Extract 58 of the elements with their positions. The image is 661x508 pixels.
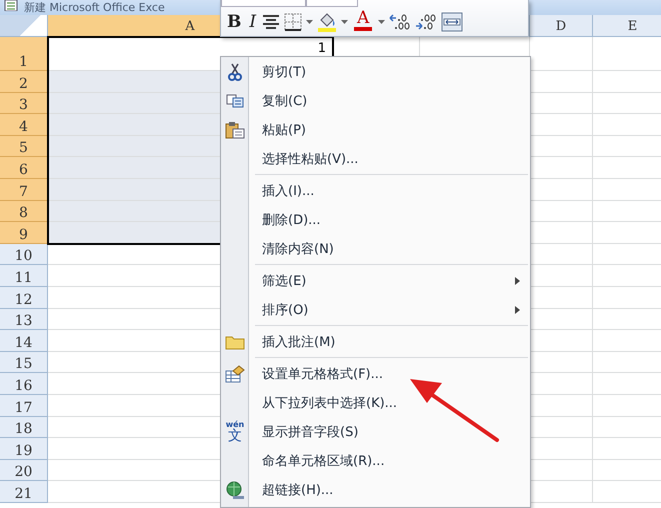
pinyin-glyph: wén 文 — [226, 420, 244, 444]
row-header[interactable]: 13 — [0, 308, 48, 330]
menu-item[interactable]: 复制(C) — [262, 92, 308, 110]
row-header[interactable]: 5 — [0, 136, 48, 158]
dropdown-icon[interactable] — [306, 20, 314, 24]
menu-item[interactable]: 排序(O) — [262, 300, 308, 318]
menu-item[interactable]: 筛选(E) — [262, 272, 306, 290]
menu-item[interactable]: 插入批注(M) — [262, 332, 336, 350]
row-header[interactable]: 14 — [0, 330, 48, 352]
row-header[interactable]: 4 — [0, 114, 48, 136]
row-header[interactable]: 11 — [0, 265, 48, 287]
row-header[interactable]: 10 — [0, 244, 48, 266]
excel-icon — [4, 0, 18, 11]
menu-item[interactable]: 显示拼音字段(S) — [262, 422, 358, 440]
row-header[interactable]: 19 — [0, 438, 48, 460]
font-size-field[interactable] — [306, 0, 358, 7]
row-header[interactable]: 2 — [0, 71, 48, 93]
menu-item[interactable]: 超链接(H)... — [262, 480, 334, 498]
increase-decimal-icon[interactable] — [389, 13, 412, 31]
paste-icon — [225, 120, 245, 138]
row-header[interactable]: 16 — [0, 373, 48, 395]
format-cells-icon — [225, 364, 245, 382]
row-header[interactable]: 6 — [0, 157, 48, 179]
folder-icon — [225, 334, 245, 350]
column-header[interactable]: D — [530, 15, 593, 37]
row-header[interactable]: 17 — [0, 394, 48, 416]
menu-item[interactable]: 选择性粘贴(V)... — [262, 150, 358, 168]
copy-icon — [226, 94, 244, 108]
globe-icon — [225, 480, 245, 498]
row-header[interactable]: 18 — [0, 416, 48, 438]
center-align-icon[interactable] — [262, 15, 280, 29]
scissors-icon — [228, 62, 242, 80]
row-header[interactable]: 7 — [0, 178, 48, 201]
menu-item[interactable]: 命名单元格区域(R)... — [262, 452, 385, 470]
row-header[interactable]: 21 — [0, 481, 48, 503]
window-title: 新建 Microsoft Office Exce — [24, 1, 165, 15]
menu-item[interactable]: 从下拉列表中选择(K)... — [262, 394, 398, 412]
row-header[interactable]: 15 — [0, 352, 48, 374]
dropdown-icon[interactable] — [378, 20, 386, 24]
row-header[interactable]: 20 — [0, 460, 48, 482]
borders-icon[interactable] — [284, 13, 302, 31]
menu-item[interactable]: 插入(I)... — [262, 182, 314, 200]
column-header[interactable]: E — [593, 15, 661, 37]
row-header[interactable]: 1 — [0, 37, 48, 71]
fill-color-icon[interactable] — [317, 11, 338, 33]
menu-item[interactable]: 删除(D)... — [262, 210, 321, 228]
merge-cells-icon[interactable] — [441, 12, 464, 32]
menu-item[interactable]: 设置单元格格式(F)... — [262, 364, 384, 382]
dropdown-icon[interactable] — [341, 20, 348, 24]
row-header[interactable]: 8 — [0, 200, 48, 222]
menu-item[interactable]: 粘贴(P) — [262, 120, 306, 138]
row-header[interactable]: 9 — [0, 222, 48, 244]
row-header[interactable]: 12 — [0, 286, 48, 309]
menu-item[interactable]: 清除内容(N) — [262, 240, 334, 258]
decrease-decimal-icon[interactable] — [415, 13, 438, 31]
font-color-button[interactable]: A — [352, 10, 374, 34]
font-name-field[interactable] — [221, 0, 306, 7]
row-header[interactable]: 3 — [0, 92, 48, 114]
